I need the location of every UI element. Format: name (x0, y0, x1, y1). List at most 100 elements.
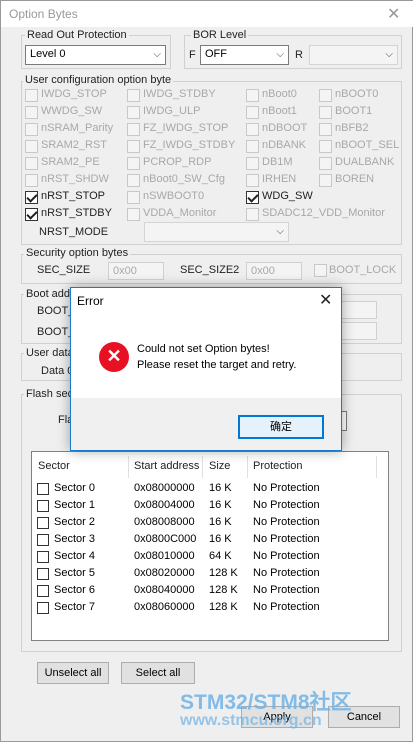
option-label: nDBANK (262, 139, 307, 151)
sector-size: 16 K (209, 482, 232, 494)
option-checkbox[interactable] (246, 140, 259, 153)
sector-protection: No Protection (253, 499, 320, 511)
chevron-down-icon: ⌵ (153, 49, 161, 60)
rop-select[interactable]: Level 0 ⌵ (25, 45, 166, 65)
option-label: BOREN (335, 173, 375, 185)
sector-protection: No Protection (253, 601, 320, 613)
nrst-mode-label: NRST_MODE (39, 226, 109, 238)
sector-size: 64 K (209, 550, 232, 562)
sector-name: Sector 2 (54, 516, 95, 528)
option-checkbox[interactable] (25, 208, 38, 221)
sector-checkbox[interactable] (37, 483, 49, 495)
sector-checkbox[interactable] (37, 585, 49, 597)
sector-start-address: 0x08004000 (134, 499, 195, 511)
option-checkbox[interactable] (246, 174, 259, 187)
chevron-down-icon: ⌵ (276, 226, 284, 237)
option-checkbox[interactable] (246, 89, 259, 102)
column-divider (376, 456, 377, 478)
option-label: nBOOT0 (335, 88, 379, 100)
option-label: IRHEN (262, 173, 297, 185)
option-checkbox[interactable] (319, 157, 332, 170)
option-label: nSWBOOT0 (143, 190, 205, 202)
sector-name: Sector 1 (54, 499, 95, 511)
sector-checkbox[interactable] (37, 500, 49, 512)
sector-start-address: 0x08008000 (134, 516, 195, 528)
sec-size-input[interactable]: 0x00 (108, 262, 164, 280)
sector-size: 128 K (209, 601, 238, 613)
option-checkbox[interactable] (319, 89, 332, 102)
option-label: DB1M (262, 156, 293, 168)
option-label: SRAM2_RST (41, 139, 108, 151)
option-checkbox[interactable] (25, 106, 38, 119)
rop-label: Read Out Protection (25, 29, 129, 41)
bor-label: BOR Level (191, 29, 249, 41)
option-checkbox[interactable] (25, 140, 38, 153)
option-checkbox[interactable] (319, 123, 332, 136)
option-checkbox[interactable] (127, 123, 140, 136)
sector-name: Sector 0 (54, 482, 95, 494)
sector-start-address: 0x08020000 (134, 567, 195, 579)
option-label: SRAM2_PE (41, 156, 100, 168)
option-checkbox[interactable] (246, 106, 259, 119)
option-checkbox[interactable] (246, 123, 259, 136)
sector-start-address: 0x08040000 (134, 584, 195, 596)
option-label: FZ_IWDG_STDBY (143, 139, 236, 151)
rop-value: Level 0 (30, 48, 66, 60)
sec-size2-input[interactable]: 0x00 (246, 262, 302, 280)
option-checkbox[interactable] (127, 106, 140, 119)
sector-checkbox[interactable] (37, 602, 49, 614)
sector-checkbox[interactable] (37, 568, 49, 580)
option-checkbox[interactable] (25, 123, 38, 136)
sector-checkbox[interactable] (37, 517, 49, 529)
option-checkbox[interactable] (319, 174, 332, 187)
column-divider (128, 456, 129, 478)
sector-size: 16 K (209, 533, 232, 545)
option-label: PCROP_RDP (143, 156, 212, 168)
option-label: IWDG_STOP (41, 88, 107, 100)
boot-lock-checkbox[interactable] (314, 264, 327, 277)
option-checkbox[interactable] (127, 191, 140, 204)
select-all-button[interactable]: Select all (121, 662, 195, 684)
option-checkbox[interactable] (25, 157, 38, 170)
option-label: nSRAM_Parity (41, 122, 114, 134)
option-label: nRST_STOP (41, 190, 105, 202)
error-dialog: Error ✕ ✕ Could not set Option bytes! Pl… (70, 287, 342, 451)
option-checkbox[interactable] (319, 106, 332, 119)
option-checkbox[interactable] (127, 89, 140, 102)
option-checkbox[interactable] (25, 174, 38, 187)
option-label: SDADC12_VDD_Monitor (262, 207, 385, 219)
sector-checkbox[interactable] (37, 534, 49, 546)
ok-button[interactable]: 确定 (238, 415, 324, 439)
bor-r-select[interactable]: ⌵ (309, 45, 398, 65)
option-checkbox[interactable] (127, 157, 140, 170)
sector-checkbox[interactable] (37, 551, 49, 563)
nrst-mode-select[interactable]: ⌵ (144, 222, 289, 242)
window-title: Option Bytes (9, 7, 78, 21)
bor-f-select[interactable]: OFF ⌵ (200, 45, 289, 65)
option-checkbox[interactable] (246, 157, 259, 170)
sector-start-address: 0x08000000 (134, 482, 195, 494)
window-close-icon[interactable]: ✕ (387, 4, 400, 24)
option-checkbox[interactable] (246, 191, 259, 204)
option-label: IWDG_STDBY (143, 88, 216, 100)
option-label: nBoot1 (262, 105, 297, 117)
sector-size: 128 K (209, 584, 238, 596)
close-icon[interactable]: ✕ (319, 290, 332, 310)
option-label: VDDA_Monitor (143, 207, 217, 219)
column-divider (247, 456, 248, 478)
watermark-url: www.stmcu.org.cn (180, 712, 322, 729)
option-checkbox[interactable] (246, 208, 259, 221)
option-checkbox[interactable] (319, 140, 332, 153)
option-checkbox[interactable] (127, 208, 140, 221)
window-titlebar: Option Bytes ✕ (1, 1, 413, 27)
unselect-all-button[interactable]: Unselect all (37, 662, 109, 684)
option-checkbox[interactable] (127, 174, 140, 187)
sector-protection: No Protection (253, 567, 320, 579)
option-checkbox[interactable] (127, 140, 140, 153)
chevron-down-icon: ⌵ (276, 49, 284, 60)
sector-size: 128 K (209, 567, 238, 579)
user-data-label: User data (24, 347, 76, 359)
option-checkbox[interactable] (25, 191, 38, 204)
sector-start-address: 0x08060000 (134, 601, 195, 613)
option-checkbox[interactable] (25, 89, 38, 102)
